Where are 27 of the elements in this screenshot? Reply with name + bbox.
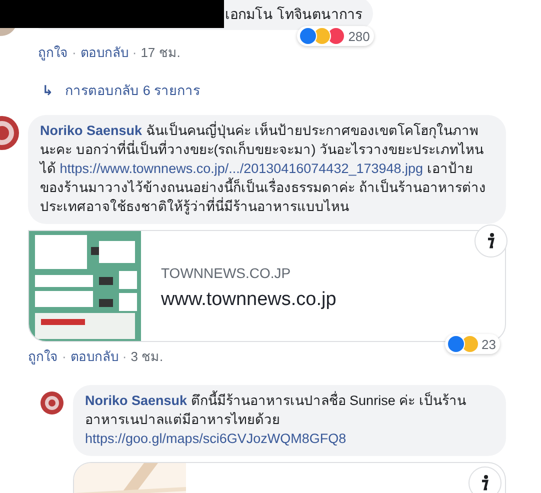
link-domain: TOWNNEWS.CO.JP [161, 265, 292, 281]
avatar[interactable] [40, 391, 64, 415]
action-link[interactable]: ตอบกลับ [70, 346, 118, 367]
comment-text: เอกมโน โทจินตนาการ [225, 4, 363, 24]
url-link[interactable]: https://www.townnews.co.jp/.../20130416074432_173948.jpg [60, 161, 424, 176]
separator-dot: · [62, 349, 66, 364]
author-link[interactable]: Noriko Saensuk [40, 123, 142, 138]
info-icon[interactable] [474, 224, 508, 258]
action-link[interactable]: ตอบกลับ [80, 42, 128, 63]
link-title: www.townnews.co.jp [161, 289, 336, 311]
separator-dot: · [132, 45, 137, 60]
action-link[interactable]: ถูกใจ [28, 346, 58, 367]
reaction-count[interactable]: 280 [297, 26, 374, 46]
action-link[interactable]: ถูกใจ [38, 42, 68, 63]
reaction-count[interactable]: 23 [444, 334, 500, 354]
timestamp: 17 ชม. [140, 44, 180, 62]
replies-link[interactable]: ↳ การตอบกลับ 6 รายการ [42, 79, 200, 101]
separator-dot: · [72, 45, 76, 60]
url-link[interactable]: https://goo.gl/maps/sci6GVJozWQM8GFQ8 [85, 431, 346, 446]
separator-dot: · [122, 349, 127, 364]
comment-text: Noriko Saensuk ฉันเป็นคนญี่ปุ่นค่ะ เห็นป้ายประกาศของเขตโคโฮกุในภาพนะคะ บอกว่าที่นี่เป็นที่วางขยะ(รถเก็บขยะจะมา) วันอะไรวางขยะประเภทไหนได้ https://www.townnews.co.jp/.../20130416074432_173948.jpg เอาป้ายของร้านมาวางไว้ข้างถนนอย่างนี้ก็เป็นเรื่องธรรมดาค่ะ ถ้าเป็นร้านอาหารต่างประเทศอาจใช้ธงชาติให้รู้ว่าที่นี่มีร้านอาหารแบบไหน [40, 121, 487, 216]
timestamp: 3 ชม. [130, 348, 164, 366]
reaction-number: 280 [348, 28, 370, 44]
author-link[interactable]: Noriko Saensuk [85, 393, 188, 408]
info-icon[interactable] [468, 466, 502, 493]
comment-text: Noriko Saensuk ตึกนี้มีร้านอาหารเนปาลชื่อ Sunrise ค่ะ เป็นร้านอาหารเนปาลแต่มีอาหารไทยด้วย https://goo.gl/maps/sci6GVJozWQM8GFQ8 [85, 391, 494, 448]
avatar[interactable] [0, 115, 20, 151]
